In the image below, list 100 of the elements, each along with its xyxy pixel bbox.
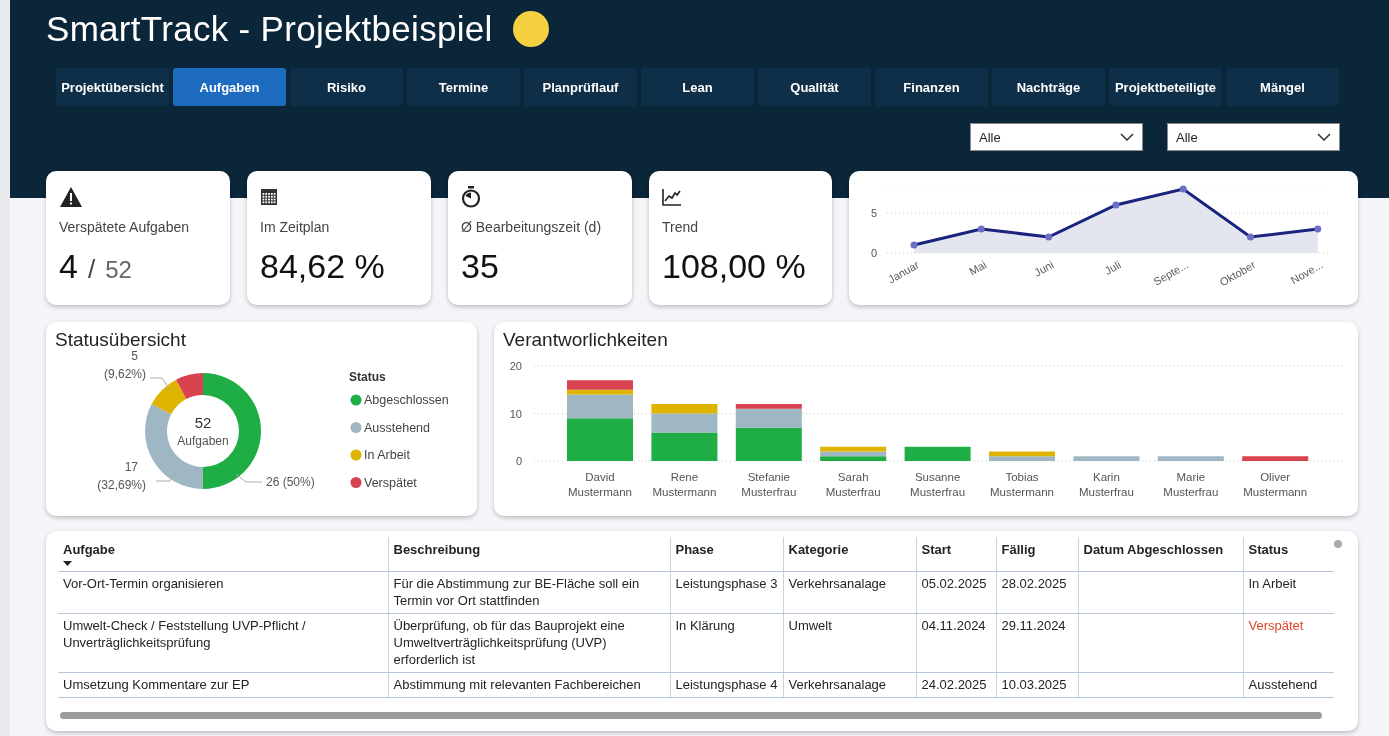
table-cell: Verkehrsanalage <box>783 571 916 613</box>
axis-tick-label: 20 <box>509 360 522 372</box>
axis-tick-label: 0 <box>870 247 877 259</box>
bar-segment <box>904 446 971 461</box>
filter-dropdown[interactable]: Alle <box>970 123 1143 151</box>
axis-label: Sarah Musterfrau <box>825 471 881 498</box>
table-cell: 24.02.2025 <box>916 672 996 697</box>
kpi-value: 35 <box>461 247 499 286</box>
table-cell: 05.02.2025 <box>916 571 996 613</box>
table-cell: In Klärung <box>670 613 783 672</box>
axis-label: Oliver Mustermann <box>1243 471 1308 498</box>
table-cell: 10.03.2025 <box>996 672 1078 697</box>
kpi-value: 4 <box>59 247 78 286</box>
axis-label: Nove... <box>1288 258 1325 287</box>
axis-label: Tobias Mustermann <box>990 471 1054 498</box>
leader-line <box>149 377 171 391</box>
chevron-down-icon <box>1317 133 1331 141</box>
axis-tick-label: 0 <box>515 455 522 467</box>
axis-label: Stefanie Musterfrau <box>741 471 797 498</box>
data-point <box>977 225 985 233</box>
kpi-total: 52 <box>105 256 132 284</box>
bar-segment <box>1242 456 1309 461</box>
status-cell: Ausstehend <box>1243 672 1334 697</box>
axis-label: Karin Musterfrau <box>1078 471 1134 498</box>
column-header[interactable]: Kategorie <box>783 537 916 571</box>
nav-tab[interactable]: Termine <box>407 68 520 106</box>
kpi-label: Verspätete Aufgaben <box>59 219 190 235</box>
column-header[interactable]: Status <box>1243 537 1334 571</box>
data-point <box>1179 185 1187 193</box>
table-cell: Überprüfung, ob für das Bauprojekt eine Umweltverträglichkeitsprüfung (UVP) erforderlich ist <box>388 613 670 672</box>
data-point <box>1247 233 1254 241</box>
legend-label: Verspätet <box>364 475 417 490</box>
column-header[interactable]: Start <box>916 537 996 571</box>
filter-dropdown[interactable]: Alle <box>1167 123 1340 151</box>
warning-icon <box>59 186 83 208</box>
axis-label: Mai <box>966 258 989 278</box>
dashboard-title: SmartTrack - Projektbeispiel <box>46 9 493 49</box>
kpi-value: 84,62 % <box>260 247 385 286</box>
leader-line <box>155 468 179 482</box>
nav-tab[interactable]: Lean <box>641 68 754 106</box>
nav-tab[interactable]: Projektübersicht <box>56 68 169 106</box>
nav-tab[interactable]: Mängel <box>1226 68 1339 106</box>
bar-segment <box>1157 456 1224 461</box>
card-title: Statusübersicht <box>55 329 186 351</box>
axis-tick-label: 5 <box>870 207 877 219</box>
slice-label: 17 <box>124 460 138 474</box>
data-point <box>910 241 918 249</box>
legend-label: Ausstehend <box>364 420 431 435</box>
column-header[interactable]: Fällig <box>996 537 1078 571</box>
kpi-value: 108,00 % <box>662 247 806 286</box>
scrollbar-thumb[interactable] <box>60 712 1322 719</box>
kpi-label: Im Zeitplan <box>260 219 331 235</box>
status-cell: In Arbeit <box>1243 571 1334 613</box>
table-cell: Vor-Ort-Termin organisieren <box>58 571 388 613</box>
axis-label: Juni <box>1032 258 1056 279</box>
slice-label: 5 <box>131 349 138 363</box>
donut-center-value: 52 <box>194 414 212 431</box>
table-cell: Umsetzung Kommentare zur EP <box>58 672 388 697</box>
nav-tab[interactable]: Aufgaben <box>173 68 286 106</box>
leader-line <box>235 473 263 483</box>
slice-label: 26 (50%) <box>266 475 315 489</box>
axis-label: Rene Mustermann <box>652 471 717 498</box>
donut-center-label: Aufgaben <box>177 434 229 448</box>
axis-label: Susanne Musterfrau <box>910 471 966 498</box>
axis-label: David Mustermann <box>568 471 632 498</box>
table-cell: 28.02.2025 <box>996 571 1078 613</box>
kpi-label: Ø Bearbeitungszeit (d) <box>461 219 603 235</box>
scrollbar-thumb[interactable] <box>1334 540 1342 548</box>
table-cell: Umwelt <box>783 613 916 672</box>
data-point <box>1045 233 1053 241</box>
nav-tab[interactable]: Projektbeteiligte <box>1109 68 1222 106</box>
kpi-separator: / <box>87 254 96 285</box>
nav-tab[interactable]: Nachträge <box>992 68 1105 106</box>
table-cell: 04.11.2024 <box>916 613 996 672</box>
nav-tab[interactable]: Qualität <box>758 68 871 106</box>
table-cell: Verkehrsanalage <box>783 672 916 697</box>
slice-label: (9,62%) <box>103 367 146 381</box>
column-header[interactable]: Phase <box>670 537 783 571</box>
table-cell: Umwelt-Check / Feststellung UVP-Pflicht / Unverträglichkeitsprüfung <box>58 613 388 672</box>
table-cell: Für die Abstimmung zur BE-Fläche soll ein Termin vor Ort stattfinden <box>388 571 670 613</box>
nav-tab[interactable]: Risiko <box>290 68 403 106</box>
chevron-down-icon <box>1120 133 1134 141</box>
trend-chart-icon <box>662 188 682 206</box>
legend-label: Abgeschlossen <box>364 393 449 407</box>
bar-segment <box>1073 456 1140 461</box>
data-point <box>1112 201 1120 209</box>
axis-label: Marie Musterfrau <box>1163 471 1219 498</box>
status-cell: Verspätet <box>1243 613 1334 672</box>
legend-label: In Arbeit <box>364 448 410 462</box>
data-point <box>1314 225 1322 233</box>
nav-tab[interactable]: Finanzen <box>875 68 988 106</box>
status-light <box>512 11 549 47</box>
kpi-label: Trend <box>662 219 700 235</box>
column-header[interactable]: Beschreibung <box>388 537 670 571</box>
column-header[interactable]: Datum Abgeschlossen <box>1078 537 1243 571</box>
stopwatch-icon <box>461 186 481 208</box>
table-cell: 29.11.2024 <box>996 613 1078 672</box>
column-header[interactable]: Aufgabe <box>58 537 388 571</box>
calendar-icon <box>260 188 278 206</box>
nav-tab[interactable]: Planprüflauf <box>524 68 637 106</box>
